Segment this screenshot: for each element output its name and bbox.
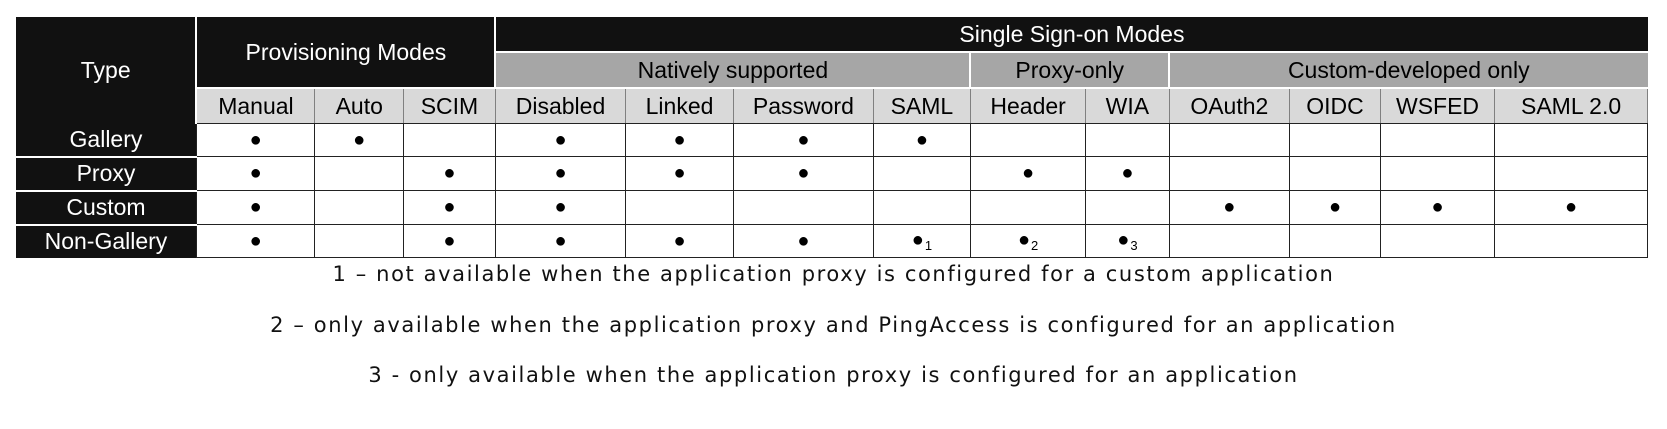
table-cell: ●: [494, 123, 627, 157]
table-cell: ●: [625, 224, 734, 258]
table-cell: ●: [732, 156, 874, 191]
table-cell: ●: [1168, 190, 1291, 225]
table-cell: [314, 156, 405, 191]
table-cell: [1168, 224, 1291, 258]
row-header-gallery: Gallery: [16, 123, 197, 158]
table-cell: ●: [872, 123, 971, 157]
provisioning-modes-header: Provisioning Modes: [196, 17, 497, 89]
table-cell: [1085, 123, 1170, 157]
table-cell: ●: [403, 190, 496, 225]
table-cell: [1168, 123, 1291, 157]
table-cell: ●: [195, 156, 316, 191]
row-header-custom: Custom: [16, 190, 197, 226]
table-cell: [1379, 156, 1496, 191]
table-cell: [1379, 123, 1496, 157]
column-header-wia: WIA: [1085, 87, 1170, 124]
table-cell: ●: [732, 224, 874, 258]
table-row-non-gallery: Non-Gallery ● ● ● ● ● ●1 ●2 ●3: [16, 224, 1648, 258]
table-cell: ●: [1379, 190, 1496, 225]
table-cell-wia-footnote: ●3: [1085, 224, 1170, 258]
table-cell: [872, 190, 971, 225]
table-cell: [1289, 123, 1381, 157]
table-cell: [969, 123, 1087, 157]
table-cell: [1168, 156, 1291, 191]
table-cell: [1085, 190, 1170, 225]
table-cell: [1494, 224, 1648, 258]
table-cell: [1289, 156, 1381, 191]
table-cell: ●: [403, 156, 496, 191]
column-header-disabled: Disabled: [494, 87, 627, 124]
column-header-auto: Auto: [314, 87, 405, 124]
sso-provisioning-matrix: Type Provisioning Modes Single Sign-on M…: [16, 17, 1648, 258]
footnote-mark-2: 2: [1031, 238, 1039, 253]
column-header-oidc: OIDC: [1289, 87, 1381, 124]
table-cell: ●: [494, 156, 627, 191]
sso-modes-header: Single Sign-on Modes: [495, 17, 1648, 53]
footnote-3: 3 - only available when the application …: [368, 363, 1299, 387]
table-cell: ●: [1085, 156, 1170, 191]
table-cell: ●: [314, 123, 405, 157]
table-cell: [625, 190, 734, 225]
natively-supported-header: Natively supported: [495, 52, 972, 88]
cell-dot: ●: [1117, 229, 1130, 251]
column-header-saml2: SAML 2.0: [1494, 87, 1648, 124]
table-cell: ●: [403, 224, 496, 258]
column-header-wsfed: WSFED: [1379, 87, 1496, 124]
row-header-proxy: Proxy: [16, 156, 197, 192]
table-cell: ●: [195, 190, 316, 225]
table-cell: [1494, 156, 1648, 191]
table-cell: ●: [494, 224, 627, 258]
table-cell: ●: [625, 156, 734, 191]
type-header: Type: [16, 17, 198, 124]
table-row-gallery: Gallery ● ● ● ● ● ●: [16, 123, 1648, 158]
cell-dot: ●: [1017, 229, 1031, 251]
column-header-linked: Linked: [625, 87, 734, 124]
table-cell: [732, 190, 874, 225]
column-header-manual: Manual: [195, 87, 316, 124]
column-header-scim: SCIM: [403, 87, 496, 124]
footnote-1: 1 – not available when the application p…: [332, 262, 1335, 286]
table-cell: ●: [195, 123, 316, 157]
table-cell: [1289, 224, 1381, 258]
footnote-mark-3: 3: [1130, 238, 1138, 253]
table-cell: ●: [732, 123, 874, 157]
table-row-proxy: Proxy ● ● ● ● ● ● ●: [16, 156, 1648, 192]
table-cell: [1379, 224, 1496, 258]
table-cell-header-footnote: ●2: [969, 224, 1087, 258]
table-cell: ●: [1494, 190, 1648, 225]
table-row-custom: Custom ● ● ● ● ● ● ●: [16, 190, 1648, 226]
table-cell: ●: [969, 156, 1087, 191]
table-cell: [314, 190, 405, 225]
column-header-header: Header: [969, 87, 1087, 124]
table-cell: ●: [494, 190, 627, 225]
cell-dot: ●: [911, 229, 924, 251]
column-header-saml: SAML: [872, 87, 971, 124]
table-cell: [969, 190, 1087, 225]
column-header-oauth2: OAuth2: [1168, 87, 1291, 124]
table-cell: ●: [625, 123, 734, 157]
table-cell: [403, 123, 496, 157]
column-header-password: Password: [732, 87, 874, 124]
table-cell-saml-footnote: ●1: [872, 224, 971, 258]
row-header-non-gallery: Non-Gallery: [16, 224, 197, 258]
custom-developed-header: Custom-developed only: [1169, 52, 1648, 88]
table-cell: [1494, 123, 1648, 157]
table-cell: ●: [195, 224, 316, 258]
proxy-only-header: Proxy-only: [970, 52, 1171, 88]
footnote-mark-1: 1: [924, 238, 933, 253]
table-cell: [314, 224, 405, 258]
table-cell: ●: [1289, 190, 1381, 225]
footnote-2: 2 – only available when the application …: [270, 313, 1397, 337]
table-cell: [872, 156, 971, 191]
